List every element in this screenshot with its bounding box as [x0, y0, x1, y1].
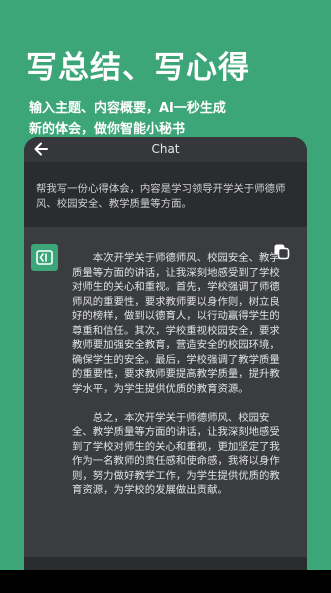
promo-subline-1: 输入主题、内容概要，AI一秒生成	[29, 101, 226, 116]
promo-subline-2: 新的体会，做你智能小秘书	[29, 122, 186, 137]
chat-title: Chat	[151, 142, 180, 156]
chat-navbar: Chat	[24, 137, 307, 162]
ai-answer-card: 本次开学关于师德师风、校园安全、教学质量等方面的讲话，让我深刻地感受到了学校对师…	[24, 227, 307, 557]
promo-headline: 写总结、写心得	[26, 50, 250, 86]
ai-answer: 本次开学关于师德师风、校园安全、教学质量等方面的讲话，让我深刻地感受到了学校对师…	[72, 251, 280, 512]
answer-paragraph-2: 总之，本次开学关于师德师风、校园安全、教学质量等方面的讲话，让我深刻地感受到了学…	[72, 411, 280, 497]
chat-screen: Chat 帮我写一份心得体会，内容是学习领导开学关于师德师风、校园安全、教学质量…	[24, 137, 307, 593]
answer-paragraph-1: 本次开学关于师德师风、校园安全、教学质量等方面的讲话，让我深刻地感受到了学校对师…	[72, 252, 280, 395]
user-prompt: 帮我写一份心得体会，内容是学习领导开学关于师德师风、校园安全、教学质量等方面。	[36, 183, 286, 210]
system-bottom-bar	[0, 570, 331, 593]
ai-avatar-icon	[31, 244, 58, 271]
